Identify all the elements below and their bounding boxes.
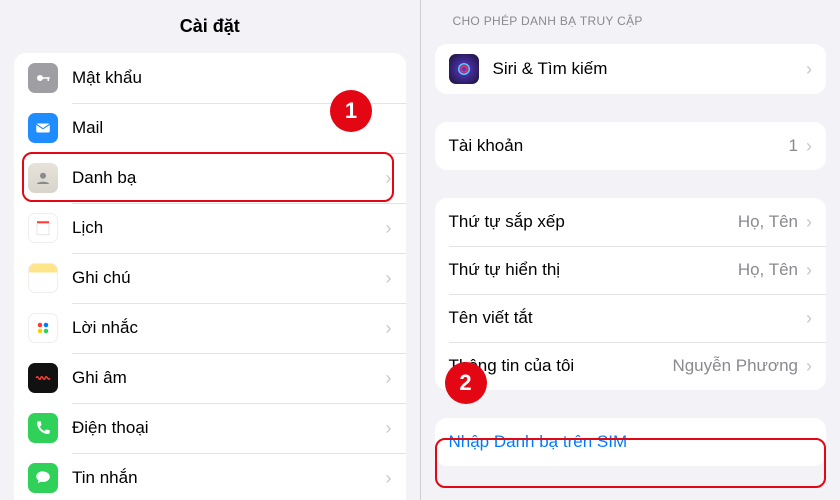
row-label: Tên viết tắt — [449, 308, 807, 328]
messages-icon — [28, 463, 58, 493]
row-label: Nhập Danh bạ trên SIM — [449, 432, 813, 452]
contacts-icon — [28, 163, 58, 193]
contacts-settings-panel: CHO PHÉP DANH BẠ TRUY CẬP Siri & Tìm kiế… — [421, 0, 840, 500]
chevron-right-icon: › — [386, 369, 392, 387]
row-short-name[interactable]: Tên viết tắt › — [435, 294, 827, 342]
row-label: Tin nhắn — [72, 468, 386, 488]
row-display-order[interactable]: Thứ tự hiển thị Họ, Tên › — [435, 246, 827, 294]
row-label: Mail — [72, 118, 392, 138]
row-reminders[interactable]: Lời nhắc › — [14, 303, 406, 353]
row-label: Thứ tự hiển thị — [449, 260, 738, 280]
notes-icon — [28, 263, 58, 293]
chevron-right-icon: › — [806, 309, 812, 327]
row-label: Thứ tự sắp xếp — [449, 212, 738, 232]
row-value: Họ, Tên — [738, 212, 798, 232]
row-accounts[interactable]: Tài khoản 1 › — [435, 122, 827, 170]
chevron-right-icon: › — [386, 419, 392, 437]
row-label: Siri & Tìm kiếm — [493, 59, 807, 79]
settings-sidebar: Cài đặt Mật khẩu Mail Danh bạ › — [0, 0, 421, 500]
import-sim-group: Nhập Danh bạ trên SIM — [435, 418, 827, 466]
row-label: Lịch — [72, 218, 386, 238]
chevron-right-icon: › — [806, 137, 812, 155]
row-label: Danh bạ — [72, 168, 386, 188]
chevron-right-icon: › — [806, 213, 812, 231]
chevron-right-icon: › — [386, 319, 392, 337]
chevron-right-icon: › — [386, 219, 392, 237]
row-label: Tài khoản — [449, 136, 789, 156]
section-header: CHO PHÉP DANH BẠ TRUY CẬP — [421, 0, 840, 36]
row-sort-order[interactable]: Thứ tự sắp xếp Họ, Tên › — [435, 198, 827, 246]
settings-list-scroll: Mật khẩu Mail Danh bạ › Lịch › — [0, 49, 420, 500]
phone-icon — [28, 413, 58, 443]
row-messages[interactable]: Tin nhắn › — [14, 453, 406, 500]
chevron-right-icon: › — [806, 261, 812, 279]
row-calendar[interactable]: Lịch › — [14, 203, 406, 253]
row-value: 1 — [789, 136, 798, 156]
key-icon — [28, 63, 58, 93]
row-my-info[interactable]: Thông tin của tôi Nguyễn Phương › — [435, 342, 827, 390]
row-voice-memos[interactable]: Ghi âm › — [14, 353, 406, 403]
page-title: Cài đặt — [0, 0, 420, 49]
reminders-icon — [28, 313, 58, 343]
row-mail[interactable]: Mail — [14, 103, 406, 153]
siri-group: Siri & Tìm kiếm › — [435, 44, 827, 94]
chevron-right-icon: › — [386, 269, 392, 287]
display-options-group: Thứ tự sắp xếp Họ, Tên › Thứ tự hiển thị… — [435, 198, 827, 390]
settings-group: Mật khẩu Mail Danh bạ › Lịch › — [14, 53, 406, 500]
chevron-right-icon: › — [806, 357, 812, 375]
accounts-group: Tài khoản 1 › — [435, 122, 827, 170]
row-import-sim[interactable]: Nhập Danh bạ trên SIM — [435, 418, 827, 466]
row-label: Thông tin của tôi — [449, 356, 673, 376]
row-label: Lời nhắc — [72, 318, 386, 338]
calendar-icon — [28, 213, 58, 243]
chevron-right-icon: › — [386, 169, 392, 187]
row-phone[interactable]: Điện thoại › — [14, 403, 406, 453]
row-label: Điện thoại — [72, 418, 386, 438]
row-contacts[interactable]: Danh bạ › — [14, 153, 406, 203]
siri-icon — [449, 54, 479, 84]
row-value: Nguyễn Phương — [672, 356, 798, 376]
row-label: Mật khẩu — [72, 68, 392, 88]
chevron-right-icon: › — [806, 60, 812, 78]
row-value: Họ, Tên — [738, 260, 798, 280]
mail-icon — [28, 113, 58, 143]
row-notes[interactable]: Ghi chú › — [14, 253, 406, 303]
voice-memos-icon — [28, 363, 58, 393]
row-siri-search[interactable]: Siri & Tìm kiếm › — [435, 44, 827, 94]
row-label: Ghi chú — [72, 268, 386, 288]
chevron-right-icon: › — [386, 469, 392, 487]
row-passwords[interactable]: Mật khẩu — [14, 53, 406, 103]
row-label: Ghi âm — [72, 368, 386, 388]
